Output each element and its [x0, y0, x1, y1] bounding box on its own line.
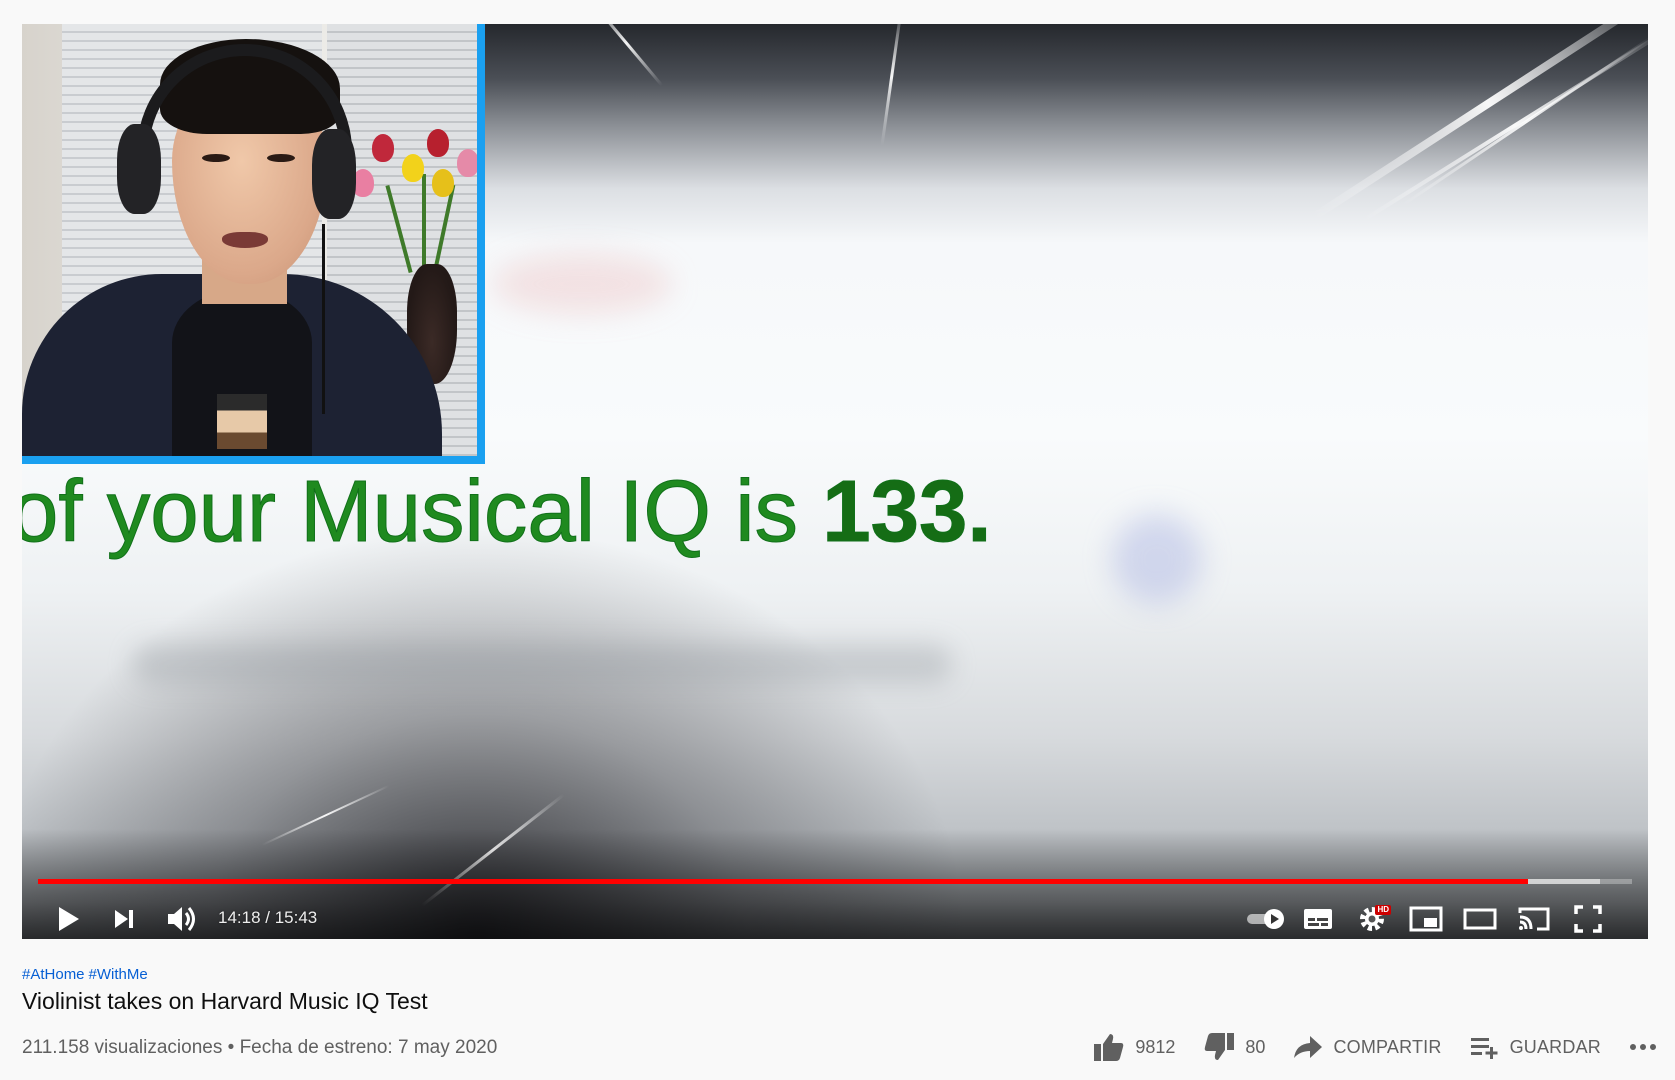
flower	[402, 154, 424, 182]
flower	[427, 129, 449, 157]
share-label: COMPARTIR	[1333, 1036, 1442, 1057]
theater-mode-button[interactable]	[1460, 900, 1500, 938]
video-overlay-text: of your Musical IQ is 133.	[22, 462, 992, 562]
headphone-earcup	[117, 124, 161, 214]
like-count: 9812	[1135, 1036, 1176, 1057]
subtitles-button[interactable]	[1298, 900, 1338, 938]
meta-separator: •	[222, 1037, 240, 1058]
volume-icon	[168, 907, 195, 931]
fullscreen-icon	[1574, 905, 1602, 933]
play-icon	[59, 907, 79, 931]
thumbs-down-icon	[1205, 1033, 1235, 1060]
progress-bar[interactable]	[38, 879, 1632, 884]
cast-button[interactable]	[1514, 900, 1554, 938]
view-count: 211.158 visualizaciones	[22, 1037, 223, 1058]
dislike-button[interactable]: 80	[1203, 1032, 1265, 1062]
webcam-overlay	[22, 24, 485, 464]
theater-mode-icon	[1463, 908, 1497, 930]
overlay-text-regular: of your Musical IQ is	[22, 463, 823, 561]
next-icon	[115, 910, 133, 928]
video-actions: 9812 80 COMPARTIR GUARDAR	[1065, 1032, 1657, 1062]
tshirt-pixel-graphic	[217, 394, 267, 449]
blurred-shape	[1112, 514, 1202, 604]
hashtag-link[interactable]: #AtHome	[22, 966, 85, 983]
flower	[372, 134, 394, 162]
save-label: GUARDAR	[1509, 1036, 1601, 1057]
headphone-earcup	[312, 129, 356, 219]
volume-button[interactable]	[162, 900, 202, 938]
miniplayer-icon	[1409, 906, 1443, 932]
add-to-playlist-icon	[1470, 1038, 1498, 1059]
flower-stem	[422, 174, 426, 274]
headphone-cable	[322, 224, 325, 414]
time-display: 14:18 / 15:43	[218, 908, 317, 928]
thumbs-up-icon	[1094, 1034, 1124, 1061]
flower	[432, 169, 454, 197]
progress-played	[38, 879, 1529, 884]
settings-button[interactable]: HD	[1352, 900, 1392, 938]
premiere-date: Fecha de estreno: 7 may 2020	[239, 1037, 498, 1058]
save-button[interactable]: GUARDAR	[1470, 1035, 1601, 1059]
dislike-count: 80	[1245, 1036, 1266, 1057]
flower	[457, 149, 477, 177]
fullscreen-button[interactable]	[1568, 900, 1608, 938]
play-button[interactable]	[50, 900, 86, 938]
blurred-shape	[492, 254, 672, 314]
video-player[interactable]: of your Musical IQ is 133. 14:18 / 15:43…	[22, 24, 1648, 939]
miniplayer-button[interactable]	[1406, 900, 1446, 938]
video-title: Violinist takes on Harvard Music IQ Test	[22, 988, 428, 1014]
like-button[interactable]: 9812	[1093, 1032, 1175, 1062]
time-separator: /	[260, 908, 275, 927]
cast-icon	[1518, 907, 1550, 931]
autoplay-toggle[interactable]	[1244, 900, 1288, 938]
share-arrow-icon	[1294, 1036, 1323, 1058]
hashtags: #AtHome #WithMe	[22, 966, 152, 983]
next-button[interactable]	[106, 900, 142, 938]
subtitles-icon	[1304, 909, 1332, 929]
more-horizontal-icon	[1630, 1044, 1656, 1050]
overlay-text-score: 133.	[822, 463, 992, 561]
video-meta: 211.158 visualizaciones • Fecha de estre…	[22, 1037, 497, 1059]
hashtag-link[interactable]: #WithMe	[89, 966, 148, 983]
mouth	[222, 232, 268, 248]
webcam-feed	[22, 24, 477, 456]
blurred-text-line	[132, 644, 952, 684]
time-total: 15:43	[274, 908, 318, 927]
share-button[interactable]: COMPARTIR	[1293, 1034, 1441, 1060]
autoplay-toggle-icon	[1247, 909, 1284, 929]
hd-badge: HD	[1375, 905, 1391, 915]
time-current: 14:18	[218, 908, 261, 927]
more-actions-button[interactable]	[1629, 1043, 1657, 1051]
